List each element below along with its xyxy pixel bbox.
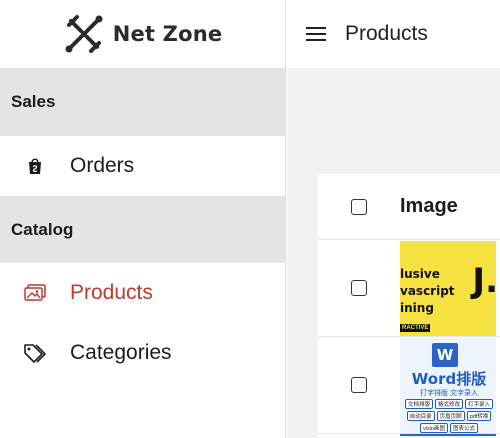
- thumb-tag: 文档排版: [404, 398, 433, 409]
- table-row[interactable]: W Word排版 打字排版 文字录入 文档排版 格式修改 打字录入 自动目录 页…: [318, 337, 500, 434]
- product-image[interactable]: lusive vascript ining J. RACTIVE: [400, 240, 496, 336]
- products-table: Image lusive vascript ining J. RACTIVE W…: [318, 174, 500, 438]
- column-header-image: Image: [400, 195, 458, 217]
- section-heading-catalog: Catalog: [0, 196, 285, 263]
- net-zone-logo-icon: [65, 15, 103, 53]
- brand-name: Net Zone: [112, 22, 223, 46]
- image-gallery-icon: [0, 284, 70, 302]
- product-image[interactable]: [400, 434, 496, 438]
- section-heading-sales: Sales: [0, 68, 285, 136]
- sidebar-item-products[interactable]: Products: [0, 263, 285, 323]
- table-row[interactable]: [318, 434, 500, 438]
- thumb-badge: RACTIVE: [400, 323, 431, 332]
- thumb-tag: 打字录入: [465, 398, 494, 409]
- thumb-tag: 自动目录: [406, 410, 435, 421]
- sidebar-item-label: Products: [70, 281, 153, 304]
- thumb-subtitle: 打字排版 文字录入: [420, 389, 478, 397]
- thumb-tag: 格式修改: [434, 398, 463, 409]
- sidebar-item-label: Orders: [70, 154, 135, 177]
- thumb-tag: 图表公式: [450, 422, 479, 433]
- select-all-checkbox[interactable]: [351, 198, 367, 215]
- hamburger-menu-icon[interactable]: [287, 26, 345, 42]
- thumb-tags: 文档排版 格式修改 打字录入 自动目录 页眉页脚 pdf转换 visio画图 图…: [403, 398, 495, 433]
- thumb-text: J.: [472, 260, 496, 301]
- row-checkbox[interactable]: [351, 377, 367, 393]
- tags-icon: [0, 343, 70, 363]
- thumb-title: Word排版: [411, 369, 487, 388]
- product-image[interactable]: W Word排版 打字排版 文字录入 文档排版 格式修改 打字录入 自动目录 页…: [400, 337, 496, 433]
- table-row[interactable]: lusive vascript ining J. RACTIVE: [318, 240, 500, 337]
- top-bar: Products: [287, 0, 500, 68]
- thumb-tag: pdf转换: [466, 410, 492, 421]
- row-checkbox[interactable]: [351, 280, 367, 296]
- main-content: Image lusive vascript ining J. RACTIVE W…: [287, 68, 500, 438]
- shopping-bag-icon: [0, 157, 70, 175]
- table-header: Image: [318, 174, 500, 240]
- page-title: Products: [345, 22, 428, 45]
- sidebar-item-orders[interactable]: Orders: [0, 136, 285, 196]
- sidebar: Net Zone Sales Orders Catalog Products C…: [0, 0, 286, 438]
- thumb-tag: visio画图: [419, 422, 448, 433]
- sidebar-item-label: Categories: [70, 341, 172, 364]
- thumb-text: lusive: [400, 266, 440, 281]
- thumb-text: ining: [400, 300, 434, 315]
- brand[interactable]: Net Zone: [0, 0, 285, 68]
- word-document-icon: W: [432, 342, 458, 367]
- thumb-text: vascript: [400, 283, 455, 298]
- thumb-tag: 页眉页脚: [436, 410, 465, 421]
- sidebar-item-categories[interactable]: Categories: [0, 323, 285, 383]
